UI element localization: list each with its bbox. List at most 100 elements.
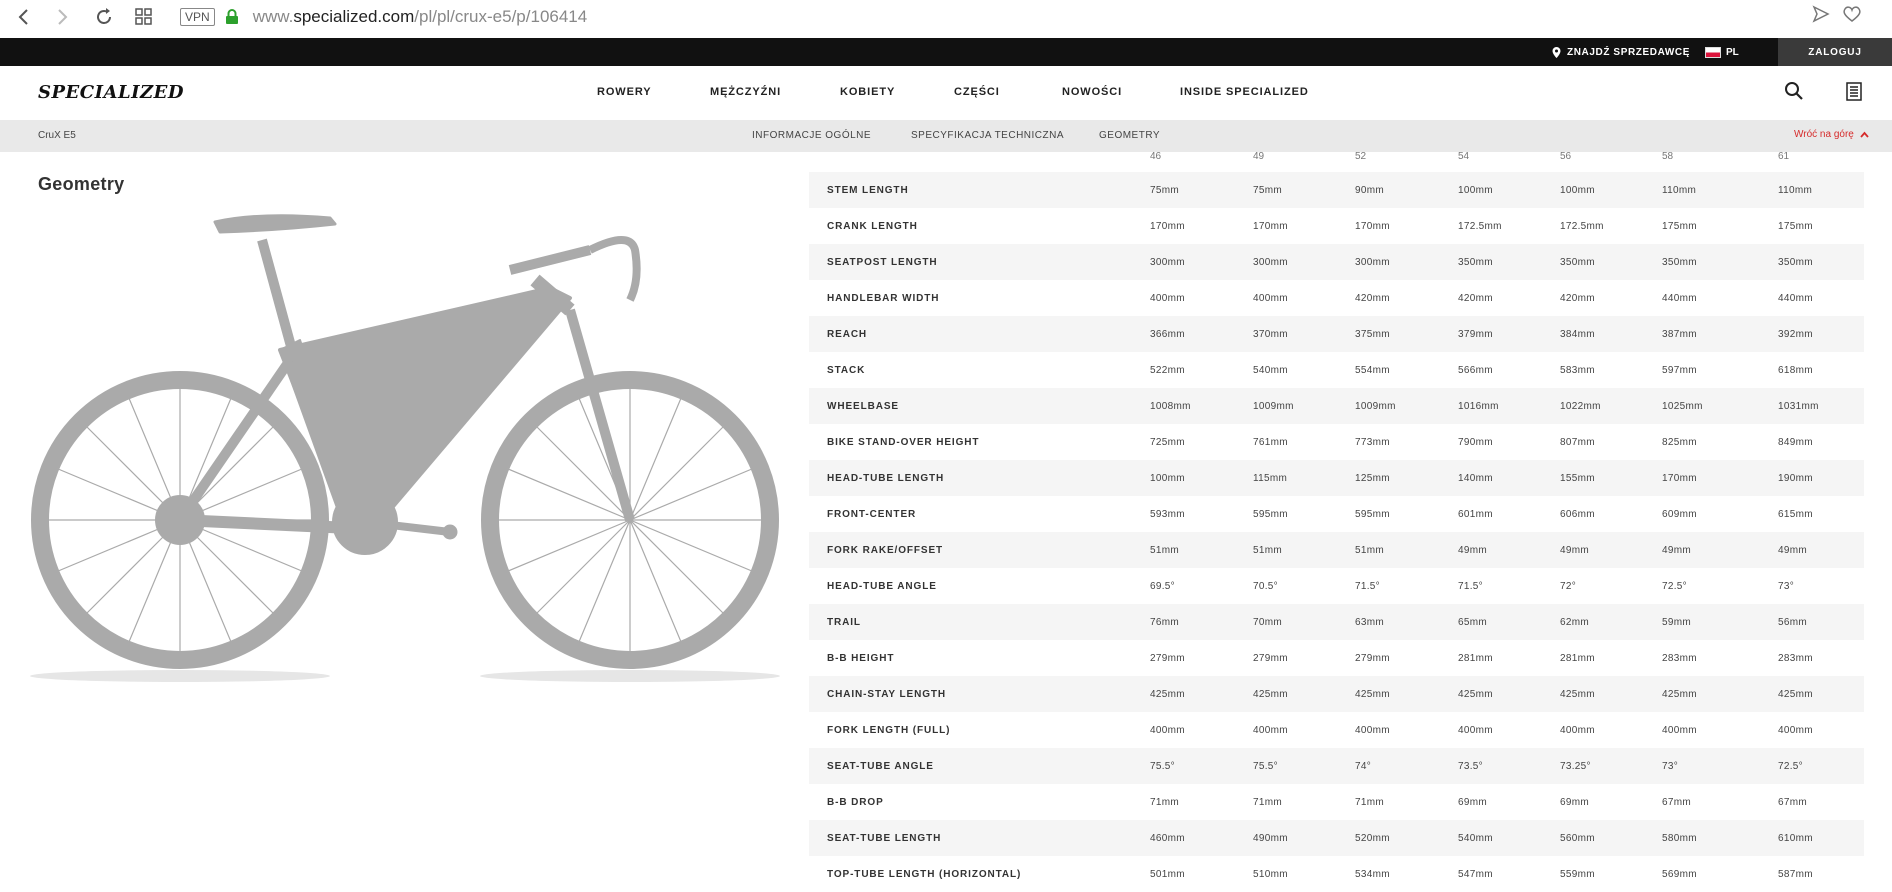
table-cell: 69mm: [1458, 797, 1487, 808]
table-cell: 70.5°: [1253, 581, 1278, 592]
table-cell: 1031mm: [1778, 401, 1819, 412]
nav-item-inside-specialized[interactable]: INSIDE SPECIALIZED: [1180, 86, 1309, 98]
forward-arrow-icon: [58, 9, 68, 25]
specialized-logo[interactable]: SPECIALIZED: [38, 82, 184, 103]
row-label: CHAIN-STAY LENGTH: [827, 689, 947, 700]
geometry-table: 46 49 52 54 56 58 61 STEM LENGTH 75mm 75mm 90mm 10…: [809, 151, 1864, 892]
table-cell: 115mm: [1253, 473, 1288, 484]
table-cell: 65mm: [1458, 617, 1487, 628]
address-bar[interactable]: VPN www.specialized.com/pl/pl/crux-e5/p/…: [170, 3, 1850, 31]
table-cell: 569mm: [1662, 869, 1697, 880]
size-label: 49: [1253, 151, 1265, 162]
table-cell: 425mm: [1458, 689, 1493, 700]
table-cell: 400mm: [1150, 293, 1185, 304]
url-text[interactable]: www.specialized.com/pl/pl/crux-e5/p/1064…: [253, 7, 588, 27]
table-cell: 350mm: [1560, 257, 1595, 268]
table-cell: 75mm: [1253, 185, 1282, 196]
table-row: FRONT-CENTER 593mm 595mm 595mm 601mm 606mm 609…: [809, 496, 1864, 532]
table-row: TOP-TUBE LENGTH (HORIZONTAL) 501mm 510mm 53…: [809, 856, 1864, 892]
row-label: FORK RAKE/OFFSET: [827, 545, 944, 556]
row-label: REACH: [827, 329, 868, 340]
row-label: CRANK LENGTH: [827, 221, 918, 232]
vpn-badge[interactable]: VPN: [180, 8, 215, 26]
table-cell: 279mm: [1253, 653, 1288, 664]
row-label: B-B DROP: [827, 797, 884, 808]
send-icon[interactable]: [1812, 5, 1830, 23]
search-button[interactable]: [1784, 81, 1804, 106]
table-row: BIKE STAND-OVER HEIGHT 725mm 761mm 773mm 790…: [809, 424, 1864, 460]
table-cell: 170mm: [1253, 221, 1288, 232]
nav-item-nowosci[interactable]: NOWOŚCI: [1062, 86, 1122, 98]
tabs-grid-button[interactable]: [130, 4, 158, 30]
table-cell: 425mm: [1560, 689, 1595, 700]
table-cell: 400mm: [1662, 725, 1697, 736]
table-cell: 74°: [1355, 761, 1372, 772]
table-cell: 587mm: [1778, 869, 1813, 880]
table-cell: 425mm: [1355, 689, 1390, 700]
back-to-top-link[interactable]: Wróć na górę: [1794, 129, 1869, 140]
table-row: HEAD-TUBE ANGLE 69.5° 70.5° 71.5° 71.5° 72° 72…: [809, 568, 1864, 604]
row-label: HANDLEBAR WIDTH: [827, 293, 940, 304]
table-cell: 140mm: [1458, 473, 1493, 484]
tab-informacje-ogolne[interactable]: INFORMACJE OGÓLNE: [752, 130, 871, 141]
table-cell: 400mm: [1150, 725, 1185, 736]
table-cell: 75mm: [1150, 185, 1179, 196]
tab-specyfikacja-techniczna[interactable]: SPECYFIKACJA TECHNICZNA: [911, 130, 1064, 141]
reload-button[interactable]: [90, 4, 118, 30]
table-cell: 49mm: [1560, 545, 1589, 556]
table-cell: 100mm: [1560, 185, 1595, 196]
table-cell: 71mm: [1355, 797, 1384, 808]
table-row: HEAD-TUBE LENGTH 100mm 115mm 125mm 140mm 155m…: [809, 460, 1864, 496]
table-cell: 379mm: [1458, 329, 1493, 340]
table-cell: 90mm: [1355, 185, 1384, 196]
table-cell: 501mm: [1150, 869, 1185, 880]
table-cell: 773mm: [1355, 437, 1390, 448]
table-cell: 59mm: [1662, 617, 1691, 628]
table-cell: 566mm: [1458, 365, 1493, 376]
table-cell: 420mm: [1355, 293, 1390, 304]
table-row: SEAT-TUBE LENGTH 460mm 490mm 520mm 540mm 560m…: [809, 820, 1864, 856]
row-label: STEM LENGTH: [827, 185, 909, 196]
main-navigation: SPECIALIZED ROWERY MĘŻCZYŹNI KOBIETY CZĘ…: [0, 66, 1892, 120]
table-row: SEATPOST LENGTH 300mm 300mm 300mm 350mm 350mm…: [809, 244, 1864, 280]
nav-item-rowery[interactable]: ROWERY: [597, 86, 652, 98]
table-cell: 73°: [1778, 581, 1795, 592]
table-cell: 400mm: [1458, 725, 1493, 736]
table-cell: 559mm: [1560, 869, 1595, 880]
table-cell: 400mm: [1560, 725, 1595, 736]
table-cell: 350mm: [1662, 257, 1697, 268]
table-cell: 49mm: [1778, 545, 1807, 556]
table-cell: 400mm: [1778, 725, 1813, 736]
table-cell: 425mm: [1253, 689, 1288, 700]
table-row: SEAT-TUBE ANGLE 75.5° 75.5° 74° 73.5° 73.25° 7…: [809, 748, 1864, 784]
table-cell: 595mm: [1253, 509, 1288, 520]
heart-icon[interactable]: [1842, 5, 1862, 23]
model-name: CruX E5: [38, 130, 76, 141]
tab-geometry[interactable]: GEOMETRY: [1099, 130, 1160, 141]
row-label: SEAT-TUBE ANGLE: [827, 761, 934, 772]
table-cell: 597mm: [1662, 365, 1697, 376]
table-cell: 49mm: [1458, 545, 1487, 556]
table-cell: 618mm: [1778, 365, 1813, 376]
table-cell: 460mm: [1150, 833, 1185, 844]
nav-item-kobiety[interactable]: KOBIETY: [840, 86, 895, 98]
back-button[interactable]: [10, 4, 38, 30]
geometry-title: Geometry: [38, 174, 125, 194]
language-selector[interactable]: PL: [1705, 38, 1739, 66]
menu-button[interactable]: [1846, 81, 1862, 106]
language-label: PL: [1726, 46, 1739, 58]
table-cell: 300mm: [1355, 257, 1390, 268]
table-cell: 1022mm: [1560, 401, 1601, 412]
table-cell: 279mm: [1355, 653, 1390, 664]
login-button[interactable]: ZALOGUJ: [1778, 38, 1892, 66]
find-dealer-link[interactable]: ZNAJDŹ SPRZEDAWCĘ: [1552, 38, 1690, 66]
forward-button[interactable]: [48, 4, 76, 30]
table-cell: 554mm: [1355, 365, 1390, 376]
table-cell: 547mm: [1458, 869, 1493, 880]
table-cell: 825mm: [1662, 437, 1697, 448]
nav-item-mezczyzni[interactable]: MĘŻCZYŹNI: [710, 86, 781, 98]
table-cell: 73.25°: [1560, 761, 1591, 772]
row-label: TOP-TUBE LENGTH (HORIZONTAL): [827, 869, 1022, 880]
nav-item-czesci[interactable]: CZĘŚCI: [954, 86, 1000, 98]
table-cell: 73°: [1662, 761, 1679, 772]
